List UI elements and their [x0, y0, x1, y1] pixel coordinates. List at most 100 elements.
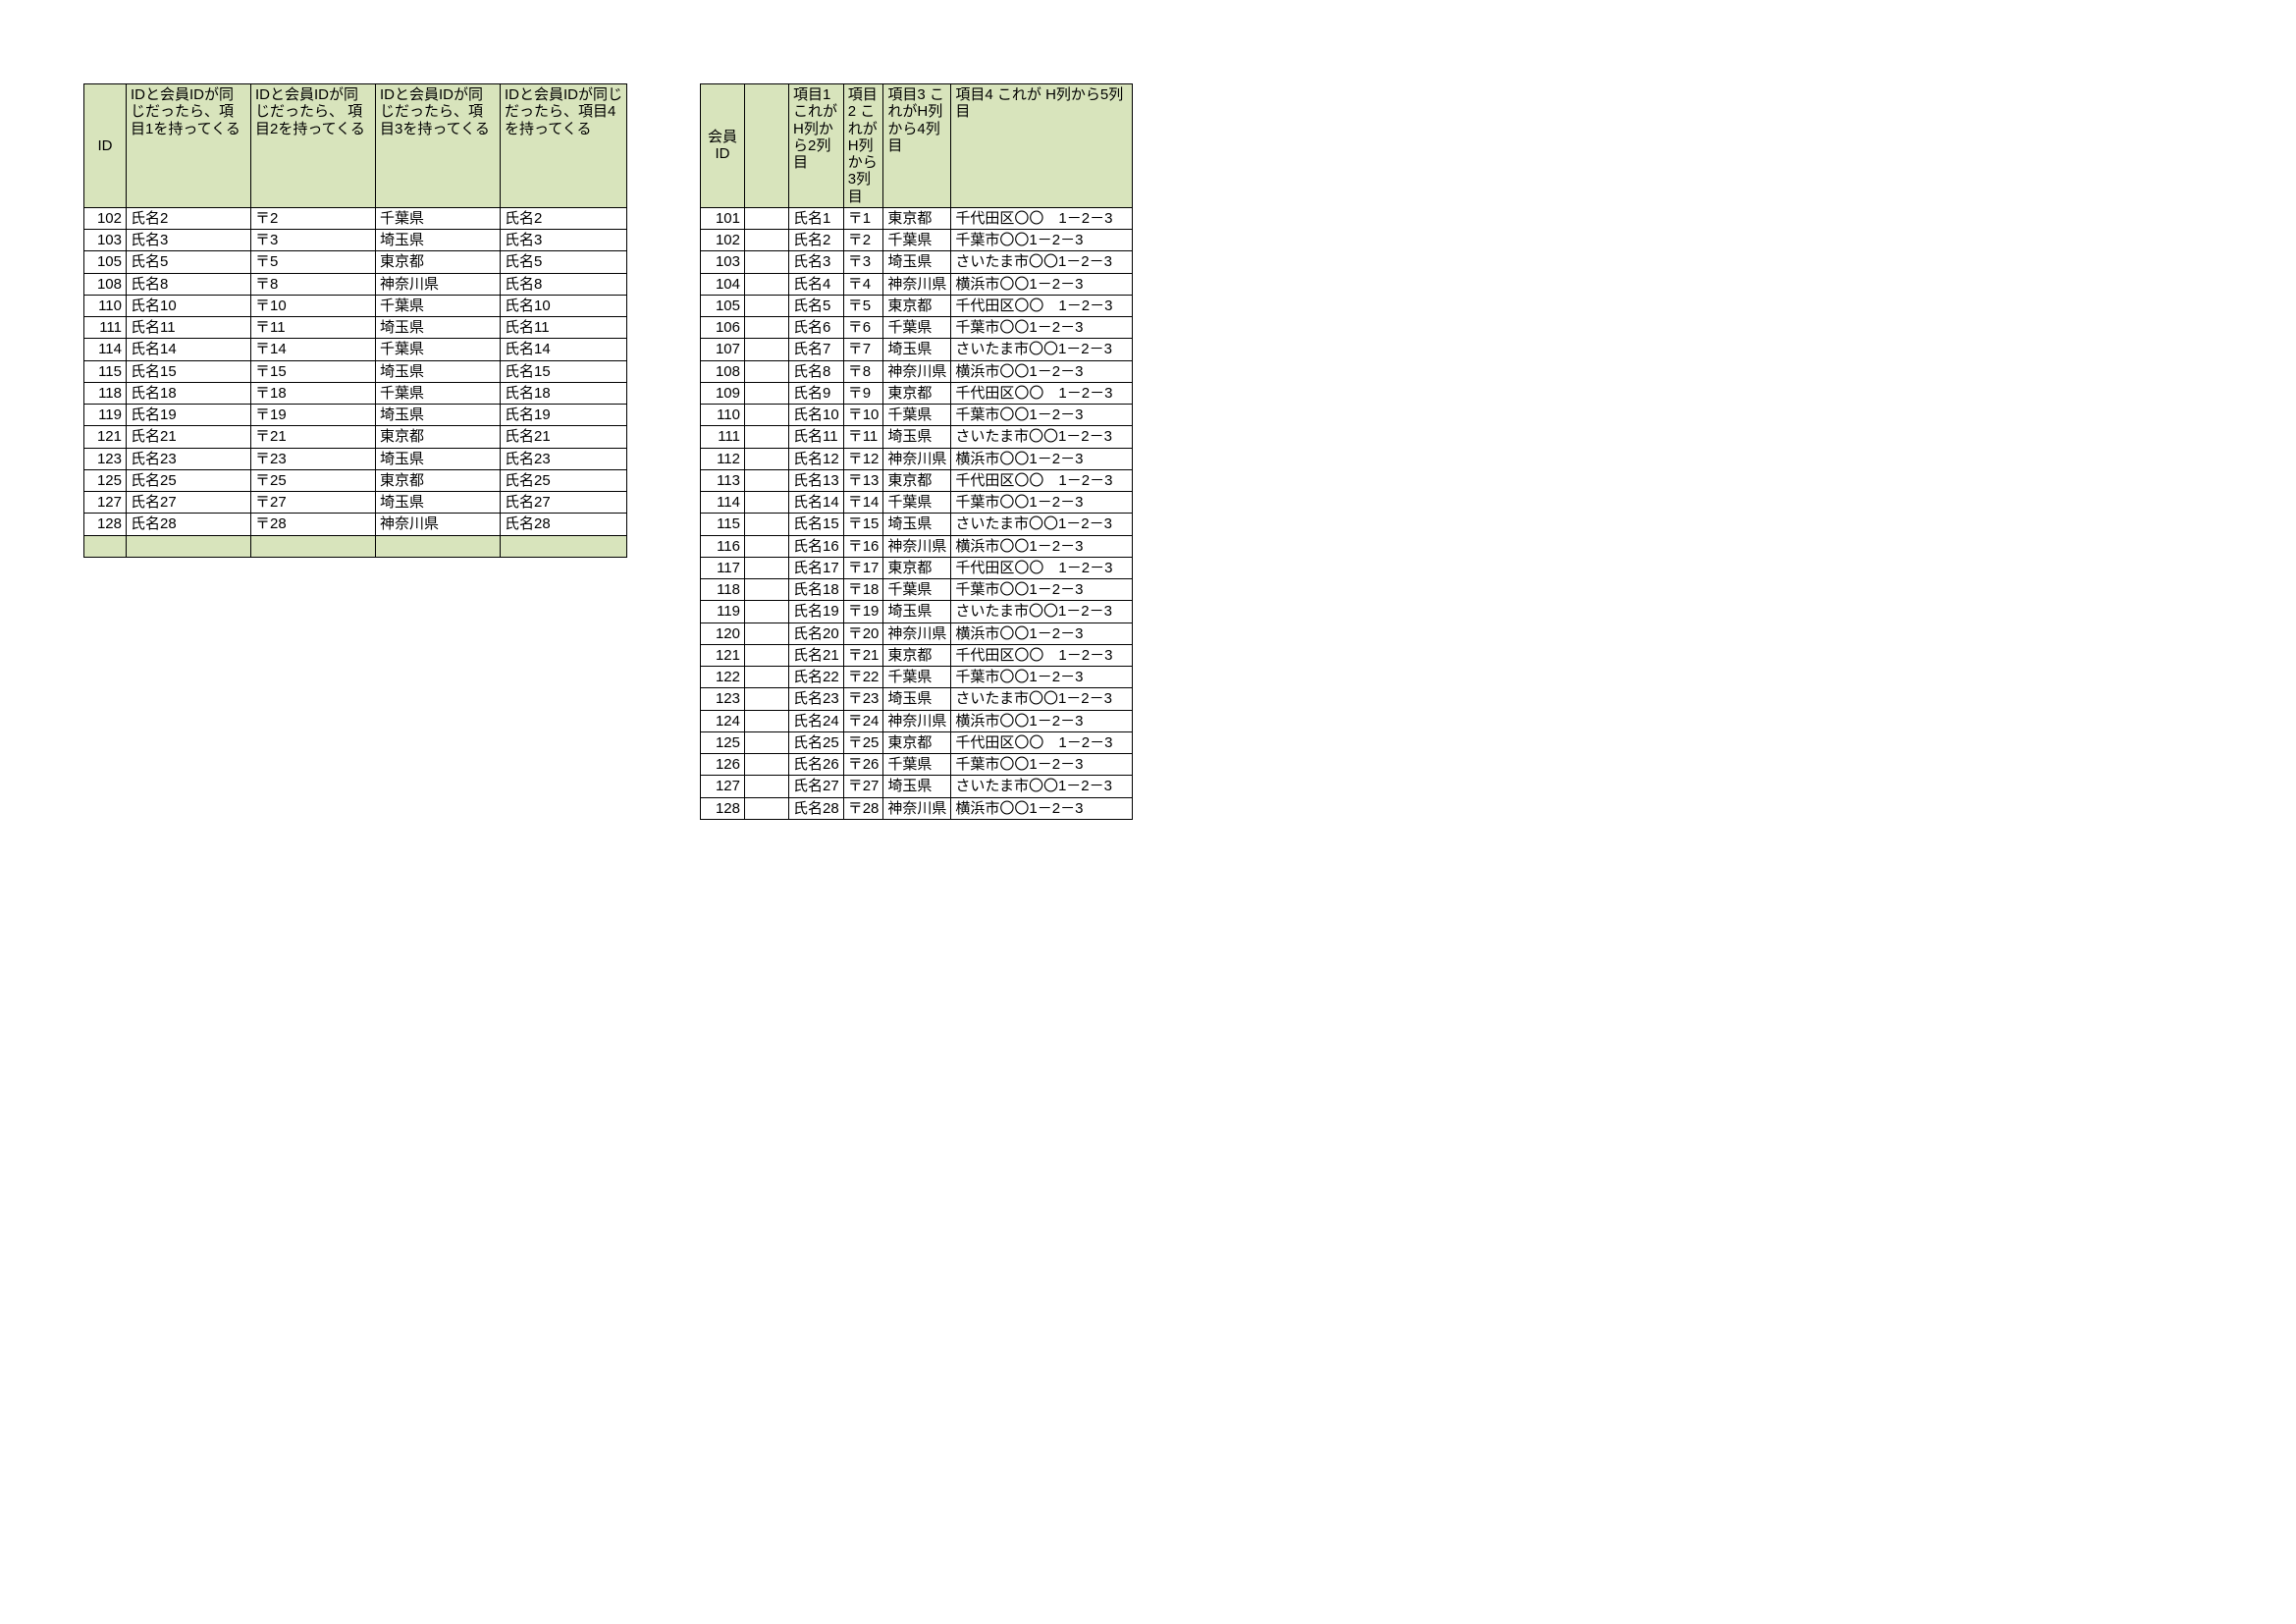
right-postal: 〒22 [843, 667, 883, 688]
left-c3: 千葉県 [376, 382, 501, 404]
right-memberid: 126 [701, 754, 745, 776]
right-spacer [745, 688, 789, 710]
left-id: 125 [84, 469, 127, 491]
column-gap [627, 207, 701, 229]
column-gap [627, 601, 701, 623]
right-name: 氏名26 [789, 754, 844, 776]
right-pref: 東京都 [883, 731, 951, 753]
left-c3: 東京都 [376, 251, 501, 273]
right-memberid: 101 [701, 207, 745, 229]
right-postal: 〒20 [843, 623, 883, 644]
right-header-item3: 項目3 これがH列から4列目 [883, 84, 951, 208]
left-c1: 氏名19 [127, 405, 251, 426]
left-c3: 千葉県 [376, 207, 501, 229]
right-name: 氏名25 [789, 731, 844, 753]
right-memberid: 120 [701, 623, 745, 644]
left-c2: 〒25 [251, 469, 376, 491]
right-postal: 〒3 [843, 251, 883, 273]
right-spacer [745, 469, 789, 491]
left-c1: 氏名2 [127, 207, 251, 229]
right-name: 氏名17 [789, 557, 844, 578]
right-memberid: 108 [701, 360, 745, 382]
right-postal: 〒16 [843, 535, 883, 557]
right-postal: 〒8 [843, 360, 883, 382]
left-c2: 〒11 [251, 317, 376, 339]
left-id: 105 [84, 251, 127, 273]
right-memberid: 114 [701, 492, 745, 514]
right-header-item2: 項目2 これがH列から3列目 [843, 84, 883, 208]
right-postal: 〒23 [843, 688, 883, 710]
right-memberid: 112 [701, 448, 745, 469]
right-name: 氏名5 [789, 295, 844, 316]
right-pref: 神奈川県 [883, 273, 951, 295]
right-postal: 〒19 [843, 601, 883, 623]
right-memberid: 127 [701, 776, 745, 797]
left-id: 118 [84, 382, 127, 404]
right-name: 氏名14 [789, 492, 844, 514]
left-empty [84, 776, 627, 797]
right-memberid: 124 [701, 710, 745, 731]
right-addr: さいたま市〇〇1－2－3 [951, 514, 1133, 535]
left-empty [84, 667, 627, 688]
left-c4: 氏名21 [501, 426, 627, 448]
right-postal: 〒13 [843, 469, 883, 491]
left-blank-c3 [376, 535, 501, 557]
right-spacer [745, 382, 789, 404]
left-id: 121 [84, 426, 127, 448]
right-pref: 神奈川県 [883, 623, 951, 644]
right-name: 氏名27 [789, 776, 844, 797]
column-gap [627, 273, 701, 295]
right-pref: 埼玉県 [883, 426, 951, 448]
right-memberid: 128 [701, 797, 745, 819]
right-postal: 〒6 [843, 317, 883, 339]
column-gap [627, 230, 701, 251]
right-memberid: 125 [701, 731, 745, 753]
right-spacer [745, 579, 789, 601]
left-empty [84, 688, 627, 710]
left-id: 108 [84, 273, 127, 295]
right-addr: 千代田区〇〇 1－2－3 [951, 644, 1133, 666]
column-gap [627, 360, 701, 382]
left-header-col2: IDと会員IDが同じだったら、 項目2を持ってくる [251, 84, 376, 208]
left-id: 115 [84, 360, 127, 382]
right-addr: 千葉市〇〇1－2－3 [951, 492, 1133, 514]
right-name: 氏名15 [789, 514, 844, 535]
right-spacer [745, 317, 789, 339]
column-gap [627, 295, 701, 316]
right-postal: 〒14 [843, 492, 883, 514]
right-name: 氏名1 [789, 207, 844, 229]
left-c4: 氏名2 [501, 207, 627, 229]
column-gap [627, 797, 701, 819]
left-empty [84, 754, 627, 776]
column-gap [627, 644, 701, 666]
right-pref: 東京都 [883, 469, 951, 491]
right-memberid: 115 [701, 514, 745, 535]
left-c2: 〒23 [251, 448, 376, 469]
left-header-id: ID [84, 84, 127, 208]
right-spacer [745, 230, 789, 251]
left-blank-c2 [251, 535, 376, 557]
right-pref: 千葉県 [883, 317, 951, 339]
right-spacer [745, 731, 789, 753]
left-c3: 埼玉県 [376, 405, 501, 426]
right-postal: 〒26 [843, 754, 883, 776]
left-c2: 〒3 [251, 230, 376, 251]
left-c1: 氏名5 [127, 251, 251, 273]
left-header-col3: IDと会員IDが同じだったら、項目3を持ってくる [376, 84, 501, 208]
left-empty [84, 557, 627, 578]
left-c4: 氏名15 [501, 360, 627, 382]
column-gap [627, 535, 701, 557]
column-gap [627, 469, 701, 491]
right-addr: さいたま市〇〇1－2－3 [951, 688, 1133, 710]
right-header-item1: 項目1 これがH列から2列目 [789, 84, 844, 208]
right-pref: 東京都 [883, 382, 951, 404]
right-postal: 〒28 [843, 797, 883, 819]
left-c2: 〒19 [251, 405, 376, 426]
right-name: 氏名9 [789, 382, 844, 404]
right-postal: 〒5 [843, 295, 883, 316]
right-name: 氏名12 [789, 448, 844, 469]
right-postal: 〒18 [843, 579, 883, 601]
right-pref: 神奈川県 [883, 535, 951, 557]
right-spacer [745, 295, 789, 316]
left-c4: 氏名25 [501, 469, 627, 491]
